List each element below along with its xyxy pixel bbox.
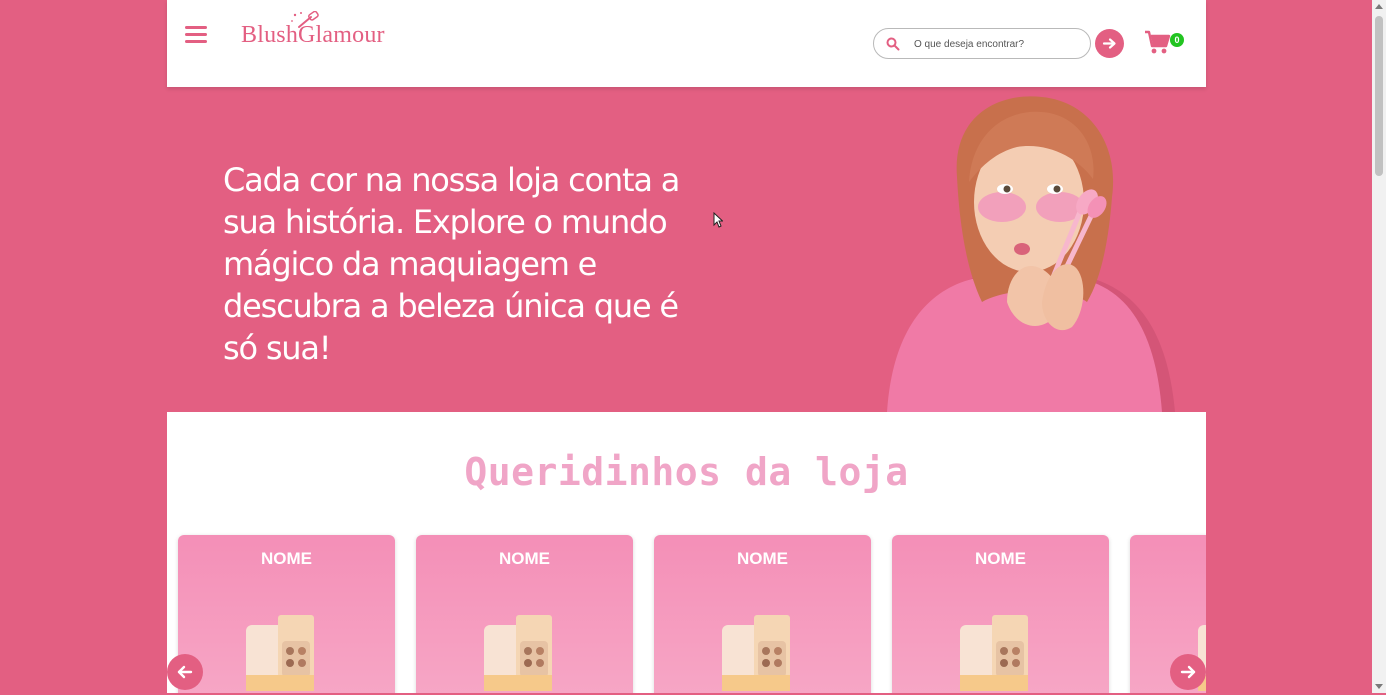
product-name: NOME [261, 549, 312, 568]
search-box [873, 28, 1091, 59]
product-name: NOME [737, 549, 788, 568]
mouse-cursor-icon [713, 212, 723, 228]
carousel-prev-button[interactable] [167, 654, 203, 690]
page-scrollbar[interactable] [1372, 0, 1386, 693]
hero-model-image [887, 96, 1175, 412]
hero-headline: Cada cor na nossa loja conta a sua histó… [223, 161, 680, 367]
product-card[interactable]: NOME [892, 535, 1109, 693]
cart-icon[interactable] [1144, 30, 1172, 56]
product-name: NOME [499, 549, 550, 568]
site-header: BlushGlamour 0 [167, 0, 1206, 87]
cart-count-badge: 0 [1170, 33, 1184, 47]
scroll-down-arrow-icon[interactable] [1375, 684, 1383, 689]
search-input[interactable] [912, 34, 1086, 54]
logo-text: BlushGlamour [241, 22, 385, 48]
page-container: BlushGlamour 0 Cada cor na nossa loja co… [167, 0, 1206, 693]
search-submit-button[interactable] [1095, 29, 1124, 58]
section-title: Queridinhos da loja [464, 450, 909, 494]
product-name: NOME [975, 549, 1026, 568]
product-image [484, 615, 552, 691]
product-card[interactable]: NOME [416, 535, 633, 693]
hamburger-icon[interactable] [185, 26, 207, 44]
scrollbar-thumb[interactable] [1375, 16, 1383, 176]
product-card[interactable]: NOME [654, 535, 871, 693]
product-card[interactable]: NOME [178, 535, 395, 693]
product-image [246, 615, 314, 691]
product-image [960, 615, 1028, 691]
product-image [722, 615, 790, 691]
hero-banner: Cada cor na nossa loja conta a sua histó… [167, 87, 1206, 412]
featured-products-section: Queridinhos da loja NOME NOME NOME NOME [167, 412, 1206, 693]
carousel-next-button[interactable] [1170, 654, 1206, 690]
arrow-right-icon [1180, 665, 1196, 679]
arrow-right-icon [1102, 38, 1116, 49]
scroll-up-arrow-icon[interactable] [1375, 4, 1383, 9]
arrow-left-icon [177, 665, 193, 679]
search-icon [886, 37, 900, 51]
